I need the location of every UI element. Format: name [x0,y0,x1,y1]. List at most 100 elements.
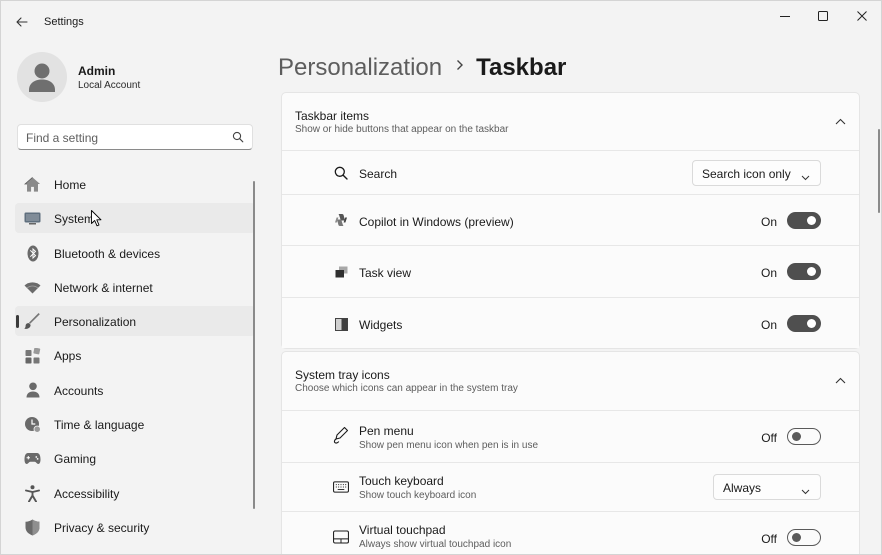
chevron-down-icon [801,484,810,498]
sidebar-item-network[interactable]: Network & internet [15,272,255,302]
close-icon [857,11,867,21]
task-view-icon [333,264,349,280]
row-touch-keyboard: Touch keyboard Show touch keyboard icon … [282,463,859,512]
selection-indicator [16,315,19,329]
toggle-state-label: On [760,215,777,229]
sidebar-item-accounts[interactable]: Accounts [15,375,255,405]
sidebar-item-home[interactable]: Home [15,169,255,199]
brush-icon [24,313,41,330]
toggle-state-label: Off [761,431,777,445]
sidebar-item-label: Apps [54,349,82,364]
back-button[interactable] [11,11,33,33]
bluetooth-icon [24,245,41,262]
user-name: Admin [78,64,116,78]
sidebar-item-label: Accounts [54,383,104,398]
sidebar-item-accessibility[interactable]: Accessibility [15,478,255,508]
task-view-toggle[interactable] [787,263,821,280]
copilot-toggle[interactable] [787,212,821,229]
breadcrumb: Personalization Taskbar [278,50,566,82]
minimize-button[interactable] [773,6,797,26]
person-avatar-icon [29,63,55,92]
widgets-toggle[interactable] [787,315,821,332]
mouse-cursor-icon [91,210,102,227]
row-label: Virtual touchpad [359,523,446,537]
chevron-up-icon[interactable] [833,373,847,387]
touch-keyboard-dropdown[interactable]: Always [713,474,821,500]
sidebar-item-label: Accessibility [54,486,120,501]
accessibility-icon [24,484,41,502]
avatar[interactable] [17,52,67,102]
sidebar-item-personalization[interactable]: Personalization [15,306,255,337]
maximize-button[interactable] [811,6,835,26]
sidebar-item-label: Bluetooth & devices [54,246,161,261]
card-subtitle: Choose which icons can appear in the sys… [295,383,518,394]
sidebar-scrollbar[interactable] [253,181,255,509]
search-input[interactable] [26,129,226,146]
main-scrollbar[interactable] [878,129,880,213]
row-description: Always show virtual touchpad icon [359,539,512,550]
sidebar-item-label: Personalization [54,315,137,330]
row-label: Widgets [359,318,403,332]
chevron-up-icon[interactable] [833,114,847,128]
sidebar-item-label: Privacy & security [54,520,150,535]
keyboard-icon [333,479,349,495]
sidebar-item-label: Time & language [54,418,145,433]
breadcrumb-parent[interactable]: Personalization [278,54,442,81]
toggle-state-label: On [760,266,777,280]
search-icon [333,165,349,181]
sidebar-item-label: Network & internet [54,280,153,295]
sidebar-item-apps[interactable]: Apps [15,340,255,370]
person-icon [24,382,41,399]
touchpad-icon [333,529,349,545]
search-icon [232,131,244,143]
taskbar-items-header[interactable]: Taskbar items Show or hide buttons that … [282,93,859,151]
chevron-right-icon [456,50,464,78]
sidebar-item-label: Home [54,178,87,192]
row-label: Touch keyboard [359,474,444,488]
maximize-icon [818,11,828,21]
title-bar: Settings [1,1,881,43]
settings-window: Settings Admin Local Account Find a sett… [0,0,882,555]
toggle-state-label: Off [761,532,777,546]
row-virtual-touchpad: Virtual touchpad Always show virtual tou… [282,512,859,554]
row-search: Search Search icon only [282,151,859,195]
row-label: Copilot in Windows (preview) [359,215,514,229]
row-label: Search [359,167,398,181]
sidebar-item-system[interactable]: System [15,203,255,234]
dropdown-value: Search icon only [702,167,791,181]
sidebar-nav: Home System Bluetooth & devices Network … [15,169,255,546]
sidebar-item-bluetooth[interactable]: Bluetooth & devices [15,238,255,268]
sidebar-item-time-language[interactable]: Time & language [15,409,255,439]
row-description: Show touch keyboard icon [359,490,477,501]
system-tray-header[interactable]: System tray icons Choose which icons can… [282,352,859,411]
shield-icon [24,519,41,536]
card-subtitle: Show or hide buttons that appear on the … [295,124,509,135]
system-icon [24,210,41,227]
row-task-view: Task view On [282,246,859,298]
pen-icon [333,426,349,444]
search-box[interactable] [17,124,253,150]
row-label: Pen menu [359,424,414,438]
virtual-touchpad-toggle[interactable] [787,529,821,546]
sidebar-item-privacy-security[interactable]: Privacy & security [15,512,255,542]
row-pen-menu: Pen menu Show pen menu icon when pen is … [282,411,859,463]
minimize-icon [780,16,790,17]
sidebar-item-gaming[interactable]: Gaming [15,443,255,473]
account-type: Local Account [78,80,141,91]
wifi-icon [24,279,41,296]
pen-menu-toggle[interactable] [787,428,821,445]
close-button[interactable] [850,6,874,26]
clock-globe-icon [24,416,41,433]
card-title: Taskbar items [295,109,370,123]
system-tray-card: System tray icons Choose which icons can… [281,351,860,554]
back-arrow-icon [16,17,28,27]
sidebar-item-label: Gaming [54,452,97,467]
apps-icon [24,347,41,364]
gamepad-icon [24,450,41,467]
card-title: System tray icons [295,368,390,382]
taskbar-items-card: Taskbar items Show or hide buttons that … [281,92,860,349]
search-mode-dropdown[interactable]: Search icon only [692,160,821,186]
toggle-state-label: On [760,318,777,332]
row-copilot: Copilot in Windows (preview) On [282,195,859,246]
copilot-icon [333,212,349,228]
